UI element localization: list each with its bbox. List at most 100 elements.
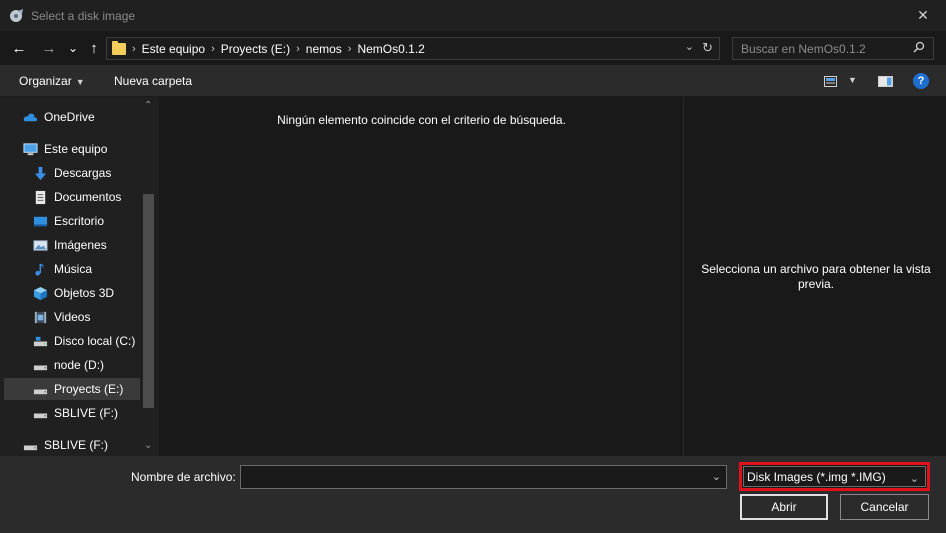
music-icon [35,263,44,276]
sidebar-item-label: Videos [54,310,91,324]
organize-label: Organizar [19,74,72,88]
caret-down-icon: ▼ [75,77,85,87]
navigation-scrollbar[interactable]: ⌃ ⌄ [140,97,157,456]
breadcrumb-separator-icon[interactable]: › [211,43,215,55]
arrow-up-icon: ↑ [90,39,98,57]
sidebar-item-label: Imágenes [54,238,107,252]
sidebar-item-label: Documentos [54,190,122,204]
search-icon [913,41,925,53]
download-icon [34,166,47,180]
navigation-pane: OneDrive Este equipo Descargas Documento… [0,97,159,456]
sidebar-item-onedrive[interactable]: OneDrive [23,106,140,128]
close-button[interactable]: ✕ [900,0,946,31]
sidebar-item-sblive-f-root[interactable]: SBLIVE (F:) [23,434,140,456]
breadcrumb-separator-icon[interactable]: › [296,43,300,55]
search-input[interactable]: Buscar en NemOs0.1.2 [732,37,934,60]
sidebar-item-documentos[interactable]: Documentos [33,186,140,208]
arrow-left-icon: ← [11,39,27,57]
up-button[interactable]: ↑ [83,37,105,59]
cancel-button-label: Cancelar [860,500,909,514]
sidebar-item-label: SBLIVE (F:) [44,438,109,452]
organize-button[interactable]: Organizar ▼ [19,74,85,88]
forward-button[interactable]: → [38,37,60,59]
pictures-icon [33,239,48,251]
cloud-icon [23,113,38,121]
sidebar-item-label: Disco local (C:) [54,334,136,348]
preview-pane: Selecciona un archivo para obtener la vi… [684,97,946,456]
file-list[interactable]: Ningún elemento coincide con el criterio… [160,97,683,456]
empty-results-message: Ningún elemento coincide con el criterio… [277,113,566,127]
sidebar-item-sblive-f[interactable]: SBLIVE (F:) [33,402,140,424]
command-bar: Organizar ▼ Nueva carpeta ▼ ? [0,65,946,97]
new-folder-label: Nueva carpeta [114,74,193,88]
drive-c-icon [33,336,48,346]
document-icon [35,190,46,204]
scroll-down-icon[interactable]: ⌄ [144,440,152,451]
sidebar-item-label: SBLIVE (F:) [54,406,119,420]
sidebar-item-label: Escritorio [54,214,105,228]
computer-icon [23,142,38,155]
sidebar-item-node-d[interactable]: node (D:) [33,354,140,376]
scrollbar-thumb[interactable] [143,194,154,408]
breadcrumb-item[interactable]: Proyects (E:) [221,42,290,56]
dialog-footer: Nombre de archivo: ⌄ Disk Images (*.img … [0,456,946,533]
sidebar-item-videos[interactable]: Videos [33,306,140,328]
window-title: Select a disk image [31,8,136,23]
change-view-icon[interactable] [824,76,837,87]
new-folder-button[interactable]: Nueva carpeta [114,74,192,88]
sidebar-item-disco-local-c[interactable]: Disco local (C:) [33,330,140,352]
close-icon: ✕ [917,7,929,23]
sidebar-item-escritorio[interactable]: Escritorio [33,210,140,232]
address-history-dropdown[interactable]: ⌄ [685,40,694,53]
breadcrumb-separator-icon[interactable]: › [348,43,352,55]
address-bar[interactable]: › Este equipo › Proyects (E:) › nemos › … [106,37,720,60]
desktop-icon [33,216,48,226]
sidebar-item-proyects-e[interactable]: Proyects (E:) [4,378,140,400]
view-options-caret-icon[interactable]: ▼ [848,75,857,85]
open-button-label: Abrir [771,500,797,514]
help-icon[interactable]: ? [913,73,929,89]
cancel-button[interactable]: Cancelar [840,494,929,520]
drive-icon [23,445,38,450]
sidebar-item-descargas[interactable]: Descargas [33,162,140,184]
breadcrumb-item[interactable]: NemOs0.1.2 [357,42,424,56]
address-row: ← → ⌄ ↑ › Este equipo › Proyects (E:) › … [0,31,946,65]
folder-icon [112,40,126,55]
sidebar-item-label: OneDrive [44,110,95,124]
filetype-select[interactable]: Disk Images (*.img *.IMG) ⌄ [739,462,930,491]
disk-app-icon [9,8,25,24]
open-button[interactable]: Abrir [740,494,828,520]
filename-input[interactable]: ⌄ [240,465,727,489]
sidebar-item-musica[interactable]: Música [33,258,140,280]
arrow-right-icon: → [41,39,57,57]
filename-label: Nombre de archivo: [131,470,236,484]
back-button[interactable]: ← [8,37,30,59]
sidebar-item-objetos-3d[interactable]: Objetos 3D [33,282,140,304]
sidebar-item-label: Música [54,262,93,276]
drive-icon [33,413,48,418]
video-icon [34,311,47,323]
sidebar-item-este-equipo[interactable]: Este equipo [23,138,140,160]
refresh-icon[interactable]: ↻ [702,40,713,56]
breadcrumb-item[interactable]: nemos [306,42,342,56]
sidebar-item-label: Objetos 3D [54,286,115,300]
title-bar: Select a disk image ✕ [0,0,946,31]
sidebar-item-label: Descargas [54,166,112,180]
chevron-down-icon: ⌄ [909,473,919,485]
preview-message: Selecciona un archivo para obtener la vi… [701,262,931,291]
chevron-down-icon[interactable]: ⌄ [712,470,721,483]
breadcrumb-item[interactable]: Este equipo [142,42,205,56]
drive-icon [33,365,48,370]
sidebar-item-label: node (D:) [54,358,105,372]
recent-locations-button[interactable]: ⌄ [62,37,84,59]
sidebar-item-imagenes[interactable]: Imágenes [33,234,140,256]
search-placeholder: Buscar en NemOs0.1.2 [741,42,866,56]
preview-pane-icon[interactable] [878,76,893,87]
sidebar-item-label: Proyects (E:) [54,382,124,396]
breadcrumb-separator-icon: › [132,42,136,55]
scroll-up-icon[interactable]: ⌃ [144,100,152,111]
filetype-value: Disk Images (*.img *.IMG) [747,469,886,484]
chevron-down-icon: ⌄ [67,41,79,55]
cube-icon [33,286,48,300]
sidebar-item-label: Este equipo [44,142,108,156]
